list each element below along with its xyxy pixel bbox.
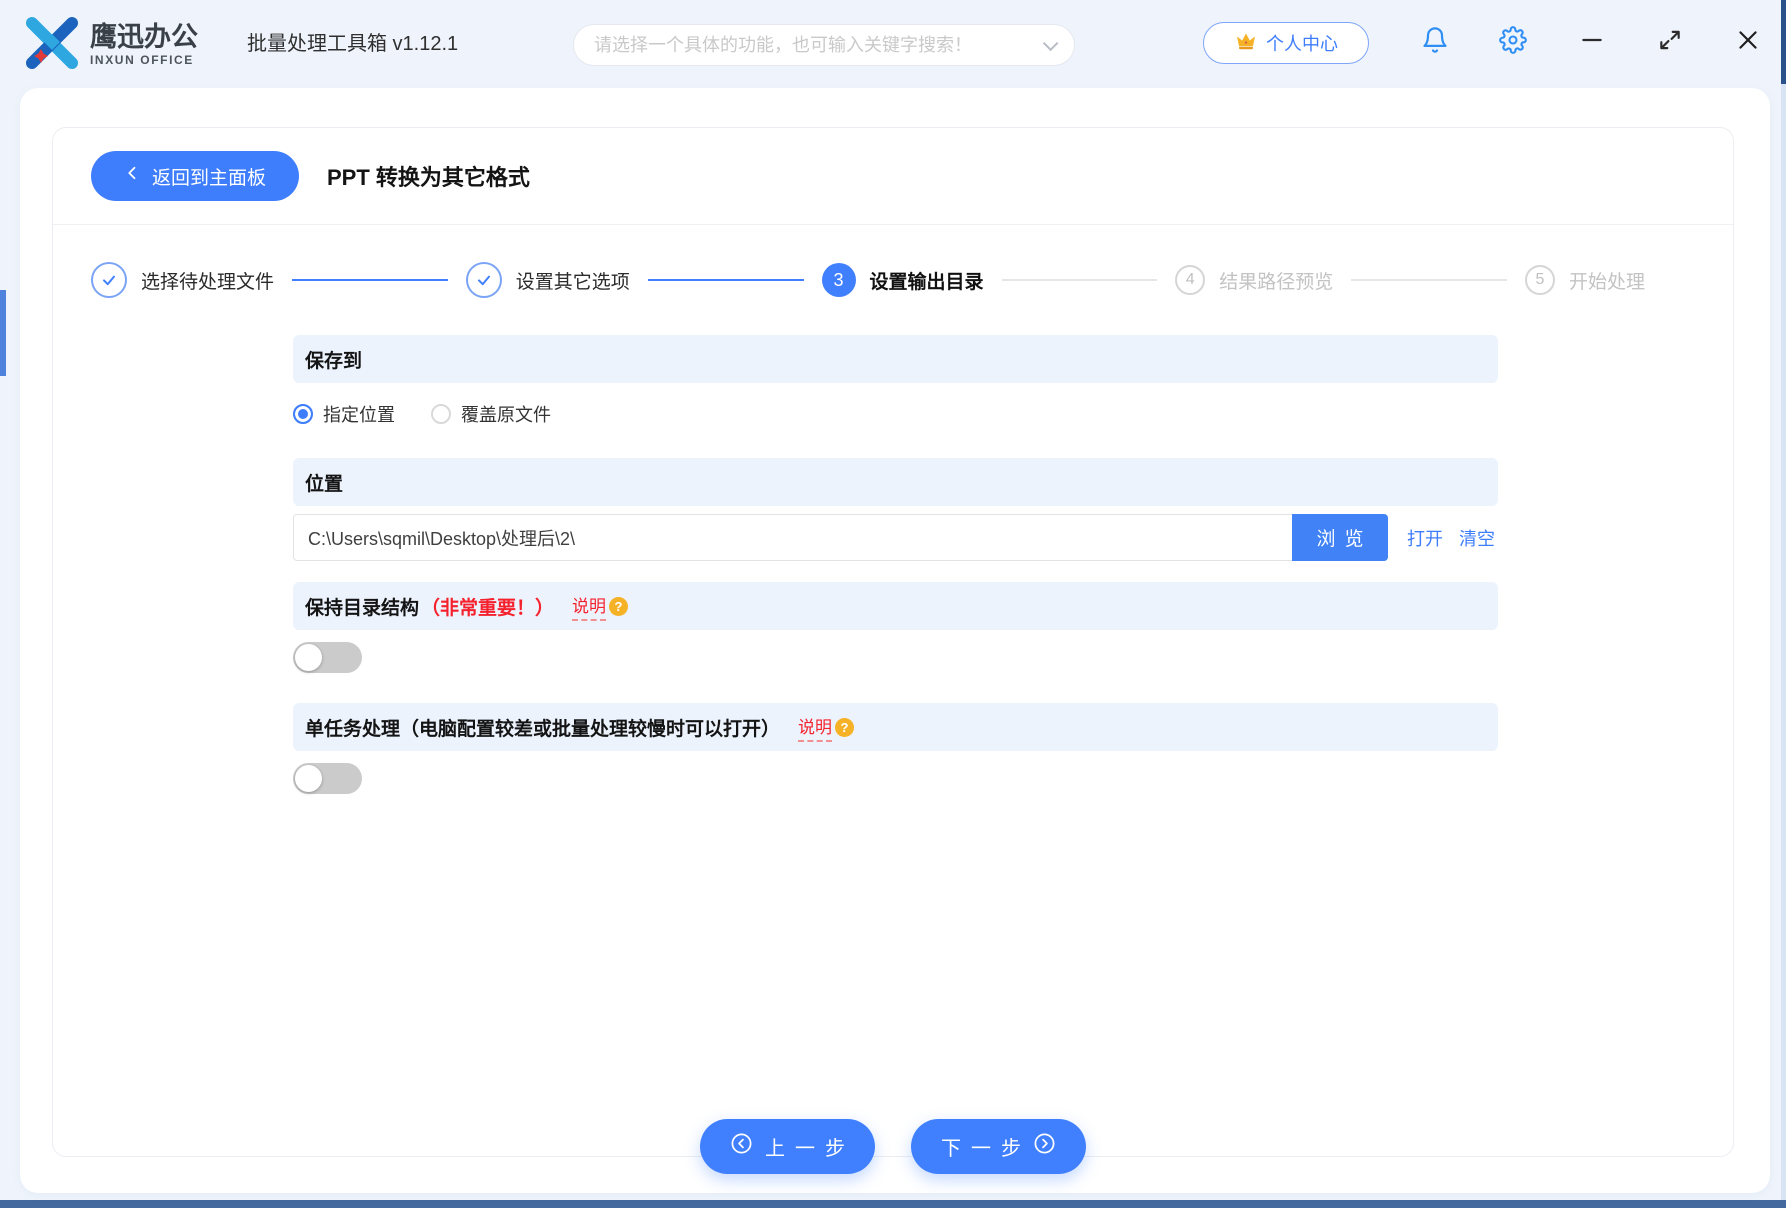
question-badge-icon[interactable]: ?: [835, 717, 855, 737]
radio-unselected-icon: [431, 404, 451, 424]
brand-name-en: INXUN OFFICE: [90, 52, 194, 67]
step-label: 开始处理: [1569, 271, 1646, 293]
step-done-check-icon: [91, 262, 127, 298]
help-link[interactable]: 说明: [572, 592, 607, 621]
keep-structure-toggle[interactable]: [293, 642, 362, 673]
step-label: 设置其它选项: [515, 271, 630, 293]
output-path-input[interactable]: [293, 514, 1293, 561]
step-output-directory: 3 设置输出目录: [821, 263, 984, 297]
step-start-processing: 5 开始处理: [1525, 265, 1645, 295]
wizard-nav: 上一步 下一步: [53, 1119, 1733, 1174]
bell-icon: [1421, 26, 1449, 59]
minimize-button[interactable]: [1575, 25, 1609, 59]
crown-icon: [1234, 29, 1258, 58]
single-task-help[interactable]: 说明 ?: [798, 713, 855, 742]
previous-step-button[interactable]: 上一步: [700, 1119, 875, 1174]
keep-structure-section-header: 保持目录结构 （非常重要！） 说明 ?: [293, 582, 1498, 630]
open-folder-link[interactable]: 打开: [1407, 525, 1443, 551]
save-to-title: 保存到: [305, 350, 363, 372]
previous-step-label: 上一步: [765, 1138, 855, 1160]
step-label: 结果路径预览: [1219, 271, 1334, 293]
titlebar: 鹰迅办公 INXUN OFFICE 批量处理工具箱 v1.12.1 个人中心: [0, 0, 1786, 88]
close-icon: [1735, 27, 1761, 58]
background-window-edge-bottom: [0, 1200, 1786, 1208]
user-center-button[interactable]: 个人中心: [1203, 22, 1369, 64]
circle-chevron-left-icon: [730, 1132, 753, 1161]
step-select-files: 选择待处理文件: [91, 262, 274, 298]
step-number-badge: 3: [821, 263, 856, 297]
page-header-row: 返回到主面板 PPT 转换为其它格式: [53, 128, 1733, 225]
browse-button[interactable]: 浏览: [1292, 514, 1388, 561]
minimize-icon: [1579, 27, 1605, 58]
location-title: 位置: [305, 473, 344, 495]
step-number-badge: 4: [1175, 265, 1206, 295]
step-other-options: 设置其它选项: [465, 262, 630, 298]
wizard-steps: 选择待处理文件 设置其它选项 3 设置输出目录 4 结果路径预览 5 开始处理: [53, 252, 1733, 308]
location-section-header: 位置: [293, 458, 1498, 506]
radio-label: 覆盖原文件: [461, 405, 551, 425]
search-input[interactable]: [594, 34, 1043, 56]
chevron-left-icon: [124, 164, 142, 188]
brand-name: 鹰迅办公: [90, 21, 198, 52]
single-task-toggle[interactable]: [293, 763, 362, 794]
step-connector: [647, 279, 804, 281]
radio-specified-location[interactable]: 指定位置: [293, 401, 395, 427]
single-task-title: 单任务处理（电脑配置较差或批量处理较慢时可以打开）: [305, 718, 781, 740]
radio-label: 指定位置: [323, 405, 395, 425]
app-window: 鹰迅办公 INXUN OFFICE 批量处理工具箱 v1.12.1 个人中心: [0, 0, 1786, 1208]
chevron-down-icon[interactable]: [1042, 35, 1059, 51]
step-label: 设置输出目录: [869, 271, 984, 293]
question-badge-icon[interactable]: ?: [609, 596, 629, 616]
back-to-dashboard-button[interactable]: 返回到主面板: [91, 151, 299, 201]
brand-logo: 鹰迅办公 INXUN OFFICE: [24, 14, 198, 75]
keep-structure-title: 保持目录结构: [305, 597, 420, 619]
step-label: 选择待处理文件: [141, 271, 275, 293]
step-result-preview: 4 结果路径预览: [1175, 265, 1333, 295]
step-number-badge: 5: [1525, 265, 1555, 295]
output-settings-form: 保存到 指定位置 覆盖原文件 位置 浏览 打开: [293, 335, 1498, 794]
keep-structure-help[interactable]: 说明 ?: [572, 592, 629, 621]
function-search[interactable]: [573, 24, 1075, 66]
radio-selected-icon: [293, 404, 313, 424]
app-title: 批量处理工具箱 v1.12.1: [247, 33, 459, 55]
clear-path-link[interactable]: 清空: [1459, 525, 1495, 551]
settings-button[interactable]: [1496, 25, 1530, 59]
circle-chevron-right-icon: [1033, 1132, 1056, 1161]
keep-structure-important-note: （非常重要！）: [421, 597, 555, 619]
user-center-label: 个人中心: [1266, 34, 1338, 54]
step-connector: [1001, 279, 1158, 281]
save-to-section-header: 保存到: [293, 335, 1498, 383]
page-title: PPT 转换为其它格式: [327, 165, 530, 190]
wizard-panel: 返回到主面板 PPT 转换为其它格式 选择待处理文件 设置其它选项 3 设置输出…: [52, 127, 1734, 1174]
step-connector: [1351, 279, 1507, 281]
back-button-label: 返回到主面板: [151, 167, 266, 189]
single-task-section-header: 单任务处理（电脑配置较差或批量处理较慢时可以打开） 说明 ?: [293, 703, 1498, 751]
close-button[interactable]: [1731, 25, 1765, 59]
step-connector: [292, 279, 448, 281]
next-step-label: 下一步: [941, 1138, 1031, 1160]
gear-icon: [1499, 25, 1527, 59]
expand-icon: [1657, 27, 1683, 58]
next-step-button[interactable]: 下一步: [911, 1119, 1086, 1174]
maximize-button[interactable]: [1653, 25, 1687, 59]
background-window-edge-right: [1781, 84, 1786, 1208]
step-done-check-icon: [465, 262, 502, 298]
background-window-edge-left: [0, 290, 6, 376]
inxun-logo-icon: [24, 14, 80, 75]
save-to-options: 指定位置 覆盖原文件: [293, 391, 1498, 437]
help-link[interactable]: 说明: [798, 713, 833, 742]
notifications-button[interactable]: [1418, 25, 1452, 59]
location-path-row: 浏览 打开 清空: [293, 514, 1498, 561]
radio-overwrite-original[interactable]: 覆盖原文件: [431, 401, 551, 427]
